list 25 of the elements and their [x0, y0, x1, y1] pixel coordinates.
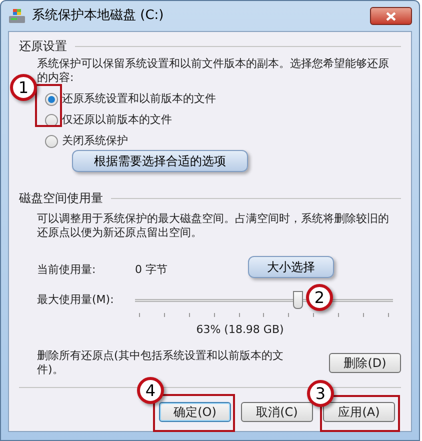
- window-title: 系统保护本地磁盘 (C:): [32, 7, 165, 26]
- radio-button[interactable]: [45, 135, 58, 148]
- field-value: 0 字节: [135, 262, 168, 278]
- dialog-button[interactable]: 确定(O): [159, 402, 231, 422]
- delete-description: 删除所有还原点(其中包括系统设置和以前版本的文件)。: [37, 348, 284, 376]
- dialog-button[interactable]: 删除(D): [329, 352, 401, 372]
- field-label: 当前使用量:: [37, 262, 97, 278]
- slider-thumb[interactable]: [292, 291, 303, 309]
- drive-icon: [8, 8, 26, 24]
- radio-option[interactable]: 仅还原以前版本的文件: [45, 112, 172, 129]
- dialog-button[interactable]: 取消(C): [241, 402, 313, 422]
- callout-tooltip: 根据需要选择合适的选项: [72, 150, 248, 172]
- radio-button[interactable]: [45, 93, 58, 106]
- description-text: 系统保护可以保留系统设置和以前文件版本的副本。选择您希望能够还原的内容:: [36, 57, 390, 85]
- radio-option[interactable]: 关闭系统保护: [45, 133, 128, 150]
- dialog-button[interactable]: 应用(A): [323, 402, 395, 422]
- field-label: 最大使用量(M):: [37, 292, 115, 308]
- close-button[interactable]: [370, 7, 412, 25]
- description-text: 可以调整用于系统保护的最大磁盘空间。占满空间时，系统将删除较旧的还原点以便为新还原点留出空间。: [36, 212, 390, 240]
- slider-reading: 63% (18.98 GB): [196, 322, 284, 338]
- radio-option[interactable]: 还原系统设置和以前版本的文件: [45, 91, 216, 108]
- callout-tooltip: 大小选择: [248, 256, 334, 278]
- group-heading: 还原设置: [19, 38, 67, 55]
- close-icon: [386, 12, 396, 20]
- group-heading: 磁盘空间使用量: [19, 190, 103, 207]
